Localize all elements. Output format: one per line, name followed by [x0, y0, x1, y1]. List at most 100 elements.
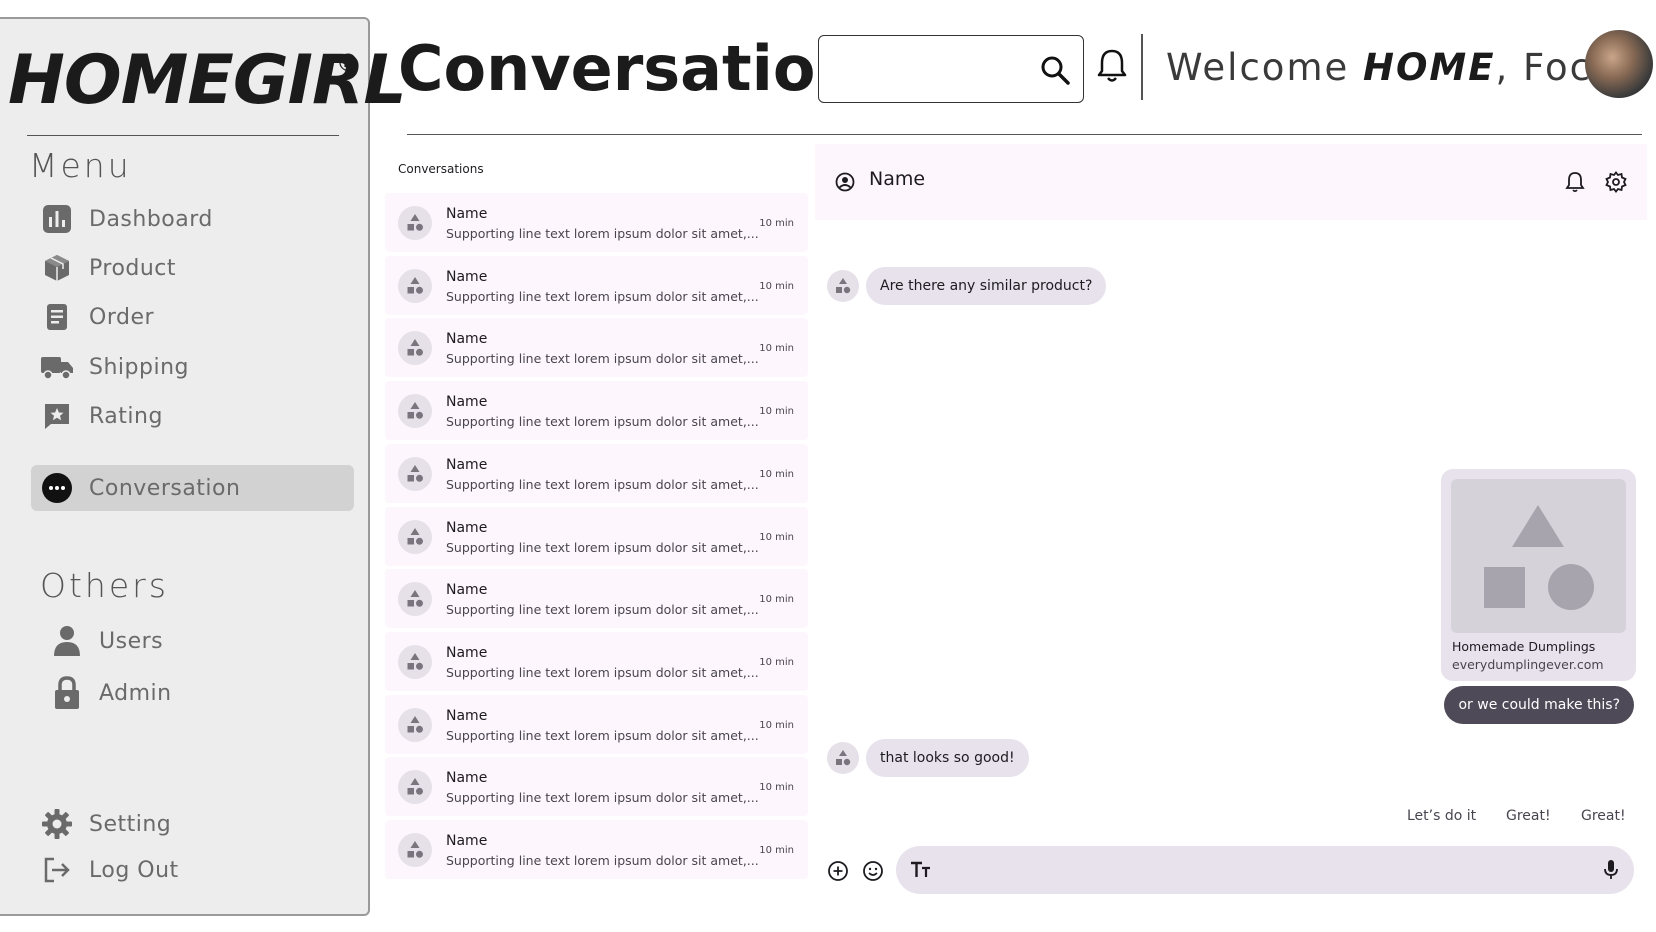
- conversation-list-item[interactable]: Name Supporting line text lorem ipsum dol…: [385, 506, 808, 566]
- conversation-list-item[interactable]: Name Supporting line text lorem ipsum dol…: [385, 631, 808, 691]
- suggested-reply[interactable]: Let’s do it: [1407, 808, 1476, 824]
- gear-icon: [39, 806, 75, 842]
- conversation-time: 10 min: [759, 343, 794, 355]
- message-composer: [896, 846, 1634, 894]
- emoji-icon[interactable]: [862, 860, 884, 882]
- image-placeholder: [1451, 479, 1626, 633]
- sidebar-item-rating[interactable]: Rating: [31, 393, 354, 439]
- conversation-preview: Supporting line text lorem ipsum dolor s…: [446, 727, 759, 743]
- chat-header: Name: [815, 144, 1647, 220]
- message-input[interactable]: [950, 854, 1550, 886]
- sidebar-item-product[interactable]: Product: [31, 245, 354, 291]
- link-url[interactable]: everydumplingever.com: [1452, 657, 1604, 672]
- welcome-message: Welcome HOME, Focus: [1166, 46, 1639, 89]
- sidebar-item-setting[interactable]: Setting: [31, 801, 354, 847]
- conversation-preview: Supporting line text lorem ipsum dolor s…: [446, 539, 759, 555]
- conversation-list-item[interactable]: Name Supporting line text lorem ipsum dol…: [385, 820, 808, 879]
- sidebar-item-label: Users: [99, 628, 164, 654]
- contact-avatar: [398, 331, 432, 366]
- sidebar-item-admin[interactable]: Admin: [41, 670, 364, 716]
- conversation-time: 10 min: [759, 719, 794, 731]
- account-circle-icon: [835, 172, 855, 192]
- sidebar-item-label: Dashboard: [89, 206, 213, 232]
- divider: [407, 134, 1642, 135]
- link-preview-card[interactable]: Homemade Dumplings everydumplingever.com: [1441, 469, 1636, 681]
- sidebar-item-label: Conversation: [89, 475, 241, 501]
- conversation-list-item[interactable]: Name Supporting line text lorem ipsum dol…: [385, 255, 808, 315]
- search-box: [818, 35, 1084, 103]
- conversation-list-item[interactable]: Name Supporting line text lorem ipsum dol…: [385, 569, 808, 629]
- registered-mark: ®: [336, 49, 360, 77]
- sidebar-item-label: Shipping: [89, 354, 189, 380]
- contact-avatar: [398, 456, 432, 491]
- chat-contact-name: Name: [869, 168, 926, 190]
- conversation-list-item[interactable]: Name Supporting line text lorem ipsum dol…: [385, 193, 808, 252]
- conversation-preview: Supporting line text lorem ipsum dolor s…: [446, 288, 759, 304]
- conversation-name: Name: [446, 833, 488, 849]
- sidebar-item-conversation[interactable]: Conversation: [31, 465, 354, 511]
- conversation-list-item[interactable]: Name Supporting line text lorem ipsum dol…: [385, 381, 808, 441]
- sidebar-item-logout[interactable]: Log Out: [31, 847, 354, 893]
- conversation-time: 10 min: [759, 280, 794, 292]
- sidebar-item-dashboard[interactable]: Dashboard: [31, 196, 354, 242]
- contact-avatar: [398, 770, 432, 805]
- conversation-name: Name: [446, 644, 488, 661]
- product-box-icon: [39, 250, 75, 286]
- add-circle-icon[interactable]: [827, 860, 849, 882]
- sidebar-item-label: Log Out: [89, 857, 179, 883]
- welcome-prefix: Welcome: [1166, 46, 1350, 89]
- suggested-reply[interactable]: Great!: [1581, 808, 1626, 824]
- conversation-preview: Supporting line text lorem ipsum dolor s…: [446, 414, 759, 430]
- conversation-name: Name: [446, 331, 488, 348]
- sidebar-item-shipping[interactable]: Shipping: [31, 344, 354, 390]
- order-document-icon: [39, 299, 75, 335]
- sidebar-item-label: Setting: [89, 811, 172, 837]
- menu-section-title: Menu: [29, 146, 132, 185]
- conversation-time: 10 min: [759, 845, 794, 856]
- message-incoming: that looks so good!: [866, 739, 1029, 777]
- logout-icon: [39, 852, 75, 888]
- sidebar-item-order[interactable]: Order: [31, 294, 354, 340]
- conversation-time: 10 min: [759, 218, 794, 229]
- chat-bubble-icon: [39, 470, 75, 506]
- conversation-list-item[interactable]: Name Supporting line text lorem ipsum dol…: [385, 443, 808, 503]
- contact-avatar: [827, 270, 859, 302]
- conversation-name: Name: [446, 206, 488, 222]
- sidebar-item-label: Product: [89, 255, 177, 281]
- notification-bell-icon[interactable]: [1565, 171, 1585, 193]
- app-root: HOMEGIRL ® Menu Dashboard Product Order: [0, 0, 1656, 932]
- microphone-icon[interactable]: [1602, 859, 1620, 881]
- sidebar-item-label: Rating: [89, 403, 163, 429]
- conversation-preview: Supporting line text lorem ipsum dolor s…: [446, 351, 759, 367]
- conversation-name: Name: [446, 519, 488, 536]
- text-format-icon[interactable]: [910, 860, 932, 880]
- contact-avatar: [398, 206, 432, 240]
- conversation-preview: Supporting line text lorem ipsum dolor s…: [446, 790, 759, 806]
- link-title: Homemade Dumplings: [1452, 639, 1596, 654]
- conversation-name: Name: [446, 707, 488, 724]
- dashboard-icon: [39, 201, 75, 237]
- notification-bell-icon[interactable]: [1096, 48, 1128, 84]
- lock-icon: [49, 675, 85, 711]
- conversation-list-item[interactable]: Name Supporting line text lorem ipsum dol…: [385, 757, 808, 817]
- conversation-time: 10 min: [759, 468, 794, 480]
- sidebar-item-users[interactable]: Users: [41, 618, 364, 664]
- conversation-list-item[interactable]: Name Supporting line text lorem ipsum dol…: [385, 318, 808, 378]
- search-icon[interactable]: [1039, 54, 1071, 86]
- divider: [1141, 34, 1143, 100]
- contact-avatar: [398, 833, 432, 867]
- search-input[interactable]: [829, 46, 1029, 92]
- star-icon: [39, 398, 75, 434]
- conversation-time: 10 min: [759, 656, 794, 668]
- settings-gear-icon[interactable]: [1605, 171, 1627, 193]
- conversations-title: Conversations: [398, 162, 484, 176]
- conversation-preview: Supporting line text lorem ipsum dolor s…: [446, 476, 759, 492]
- conversation-list-item[interactable]: Name Supporting line text lorem ipsum dol…: [385, 694, 808, 754]
- contact-avatar: [827, 742, 859, 774]
- sidebar-item-label: Admin: [99, 680, 172, 706]
- user-avatar[interactable]: [1585, 30, 1653, 98]
- contact-avatar: [398, 519, 432, 554]
- conversation-preview: Supporting line text lorem ipsum dolor s…: [446, 226, 759, 241]
- user-icon: [49, 623, 85, 659]
- suggested-reply[interactable]: Great!: [1506, 808, 1551, 824]
